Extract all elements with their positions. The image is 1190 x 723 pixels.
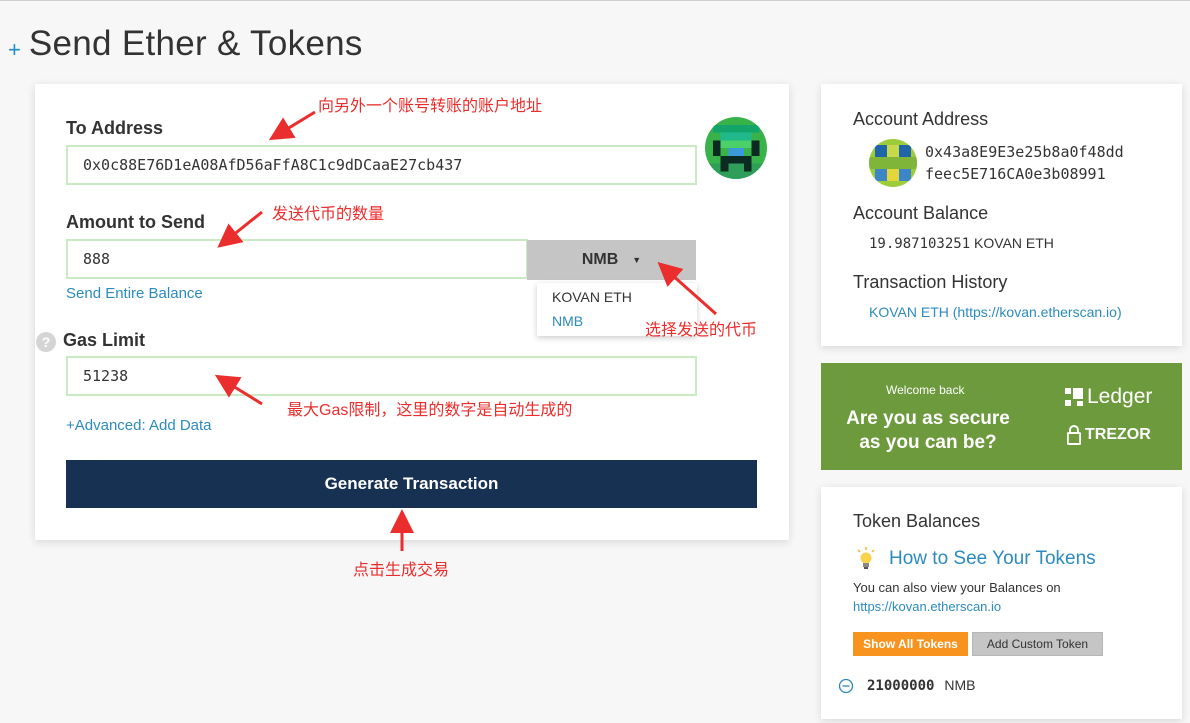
token-balance-amount: 21000000	[867, 678, 935, 694]
identicon	[705, 117, 767, 179]
trezor-text: TREZOR	[1085, 426, 1151, 443]
page-header: + Send Ether & Tokens	[8, 24, 363, 64]
annotation-amount: 发送代币的数量	[272, 206, 385, 223]
account-address-line-1: 0x43a8E9E3e25b8a0f48dd	[925, 143, 1124, 161]
token-balances-title: Token Balances	[853, 511, 981, 531]
etherscan-link[interactable]: https://kovan.etherscan.io	[853, 599, 1001, 614]
ledger-logo: Ledger	[1065, 385, 1152, 409]
annotation-generate: 点击生成交易	[353, 562, 450, 579]
identicon	[869, 139, 917, 187]
banner-question-line-2: as you can be?	[859, 432, 997, 453]
transaction-history-link[interactable]: KOVAN ETH (https://kovan.etherscan.io)	[869, 304, 1122, 320]
account-balance-value: 19.987103251	[869, 236, 971, 252]
token-selected-label: NMB	[581, 251, 619, 268]
ledger-text: Ledger	[1087, 385, 1153, 408]
hardware-wallet-banner[interactable]: Welcome back Are you as secure as you ca…	[821, 363, 1182, 470]
annotation-gas: 最大Gas限制，这里的数字是自动生成的	[287, 402, 573, 419]
trezor-lock-icon	[1067, 425, 1081, 445]
show-all-tokens-button[interactable]: Show All Tokens	[853, 632, 968, 656]
token-select-button[interactable]: NMB ▼	[527, 240, 696, 280]
help-icon[interactable]: ?	[36, 332, 56, 352]
account-address-value: 0x43a8E9E3e25b8a0f48dd feec5E716CA0e3b08…	[925, 141, 1124, 185]
account-address-line-2: feec5E716CA0e3b08991	[925, 165, 1106, 183]
token-balance-symbol: NMB	[944, 677, 976, 693]
gas-limit-label: Gas Limit	[63, 330, 146, 350]
trezor-logo: TREZOR	[1067, 425, 1151, 445]
account-address-label: Account Address	[853, 109, 989, 129]
send-entire-balance-link[interactable]: Send Entire Balance	[66, 285, 203, 302]
top-border	[0, 0, 1190, 1]
banner-welcome: Welcome back	[886, 383, 965, 397]
token-note: You can also view your Balances on	[853, 580, 1061, 595]
annotation-to-address: 向另外一个账号转账的账户地址	[318, 98, 543, 115]
generate-transaction-button[interactable]: Generate Transaction	[66, 460, 757, 508]
to-address-input[interactable]: 0x0c88E76D1eA08AfD56aFfA8C1c9dDCaaE27cb4…	[66, 145, 697, 185]
lightbulb-icon	[856, 547, 876, 576]
minus-circle-icon[interactable]	[838, 678, 854, 699]
ledger-icon	[1065, 388, 1083, 406]
account-balance-unit: KOVAN ETH	[974, 235, 1054, 251]
token-option-nmb[interactable]: NMB	[552, 313, 583, 329]
how-to-see-tokens-link[interactable]: How to See Your Tokens	[889, 548, 1096, 570]
amount-label: Amount to Send	[66, 212, 205, 232]
to-address-label: To Address	[66, 118, 164, 138]
account-balance: 19.987103251 KOVAN ETH	[869, 235, 1054, 252]
add-custom-token-button[interactable]: Add Custom Token	[972, 632, 1103, 656]
token-balance-row: 21000000 NMB	[867, 677, 975, 694]
advanced-add-data-link[interactable]: +Advanced: Add Data	[66, 417, 212, 434]
banner-question-line-1: Are you as secure	[846, 408, 1010, 429]
token-option-kovan-eth[interactable]: KOVAN ETH	[552, 289, 632, 305]
transaction-history-label: Transaction History	[853, 272, 1008, 292]
gas-limit-input[interactable]: 51238	[66, 356, 697, 396]
caret-down-icon: ▼	[632, 255, 642, 265]
annotation-token: 选择发送的代币	[645, 322, 758, 339]
account-balance-label: Account Balance	[853, 203, 989, 223]
page-title: Send Ether & Tokens	[28, 24, 363, 63]
banner-question: Are you as secure as you can be?	[846, 407, 1010, 455]
amount-input[interactable]: 888	[66, 239, 528, 279]
plus-icon[interactable]: +	[8, 37, 21, 63]
